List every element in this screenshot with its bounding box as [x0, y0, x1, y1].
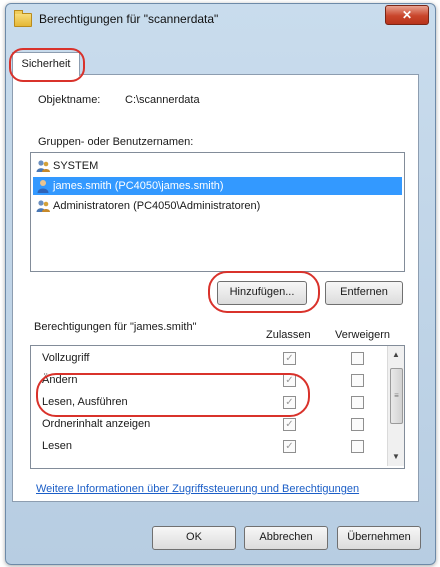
permission-row-read-execute: Lesen, Ausführen ✓	[31, 393, 383, 413]
groups-label: Gruppen- oder Benutzernamen:	[38, 136, 194, 148]
group-icon	[36, 160, 50, 172]
object-name-label: Objektname:	[38, 94, 101, 106]
allow-checkbox[interactable]: ✓	[283, 418, 296, 431]
permission-row-read: Lesen ✓	[31, 437, 383, 457]
list-item-label: james.smith (PC4050\james.smith)	[53, 180, 224, 192]
deny-checkbox[interactable]	[351, 374, 364, 387]
deny-checkbox[interactable]	[351, 440, 364, 453]
remove-button[interactable]: Entfernen	[325, 281, 403, 305]
access-control-help-link[interactable]: Weitere Informationen über Zugriffssteue…	[36, 483, 359, 495]
permission-name: Lesen, Ausführen	[42, 396, 128, 408]
column-allow: Zulassen	[266, 329, 311, 341]
allow-checkbox[interactable]: ✓	[283, 352, 296, 365]
group-icon	[36, 200, 50, 212]
permission-row-list-folder: Ordnerinhalt anzeigen ✓	[31, 415, 383, 435]
list-item-administrators[interactable]: Administratoren (PC4050\Administratoren)	[33, 197, 264, 215]
tab-security[interactable]: Sicherheit	[12, 52, 80, 76]
ok-button[interactable]: OK	[152, 526, 236, 550]
permissions-list[interactable]: Vollzugriff ✓ Ändern ✓ Lesen, Ausführen …	[30, 345, 405, 469]
permission-name: Lesen	[42, 440, 72, 452]
permission-row-modify: Ändern ✓	[31, 371, 383, 391]
deny-checkbox[interactable]	[351, 418, 364, 431]
column-deny: Verweigern	[335, 329, 391, 341]
close-button[interactable]: ✕	[385, 5, 429, 25]
list-item-system[interactable]: SYSTEM	[33, 157, 102, 175]
permission-row-full-control: Vollzugriff ✓	[31, 349, 383, 369]
apply-button[interactable]: Übernehmen	[337, 526, 421, 550]
groups-listbox[interactable]: SYSTEM james.smith (PC4050\james.smith) …	[30, 152, 405, 272]
window-title: Berechtigungen für "scannerdata"	[39, 12, 219, 26]
permission-name: Ändern	[42, 374, 78, 386]
list-item-label: SYSTEM	[53, 160, 99, 172]
scroll-thumb[interactable]: ≡	[390, 368, 403, 424]
add-button[interactable]: Hinzufügen...	[217, 281, 307, 305]
permission-name: Vollzugriff	[42, 352, 90, 364]
permissions-scrollbar[interactable]: ▲ ≡ ▼	[387, 346, 404, 466]
allow-checkbox[interactable]: ✓	[283, 374, 296, 387]
deny-checkbox[interactable]	[351, 396, 364, 409]
list-item-label: Administratoren (PC4050\Administratoren)	[53, 200, 261, 212]
allow-checkbox[interactable]: ✓	[283, 440, 296, 453]
list-item-james-smith[interactable]: james.smith (PC4050\james.smith)	[33, 177, 402, 195]
allow-checkbox[interactable]: ✓	[283, 396, 296, 409]
folder-icon	[14, 10, 32, 27]
permissions-label: Berechtigungen für "james.smith"	[34, 321, 197, 333]
deny-checkbox[interactable]	[351, 352, 364, 365]
object-name-value: C:\scannerdata	[125, 94, 200, 106]
title-bar[interactable]: Berechtigungen für "scannerdata" ✕	[6, 4, 435, 34]
scroll-up-icon[interactable]: ▲	[388, 348, 404, 362]
cancel-button[interactable]: Abbrechen	[244, 526, 328, 550]
user-icon	[37, 180, 49, 193]
scroll-down-icon[interactable]: ▼	[388, 450, 404, 464]
permission-name: Ordnerinhalt anzeigen	[42, 418, 151, 430]
